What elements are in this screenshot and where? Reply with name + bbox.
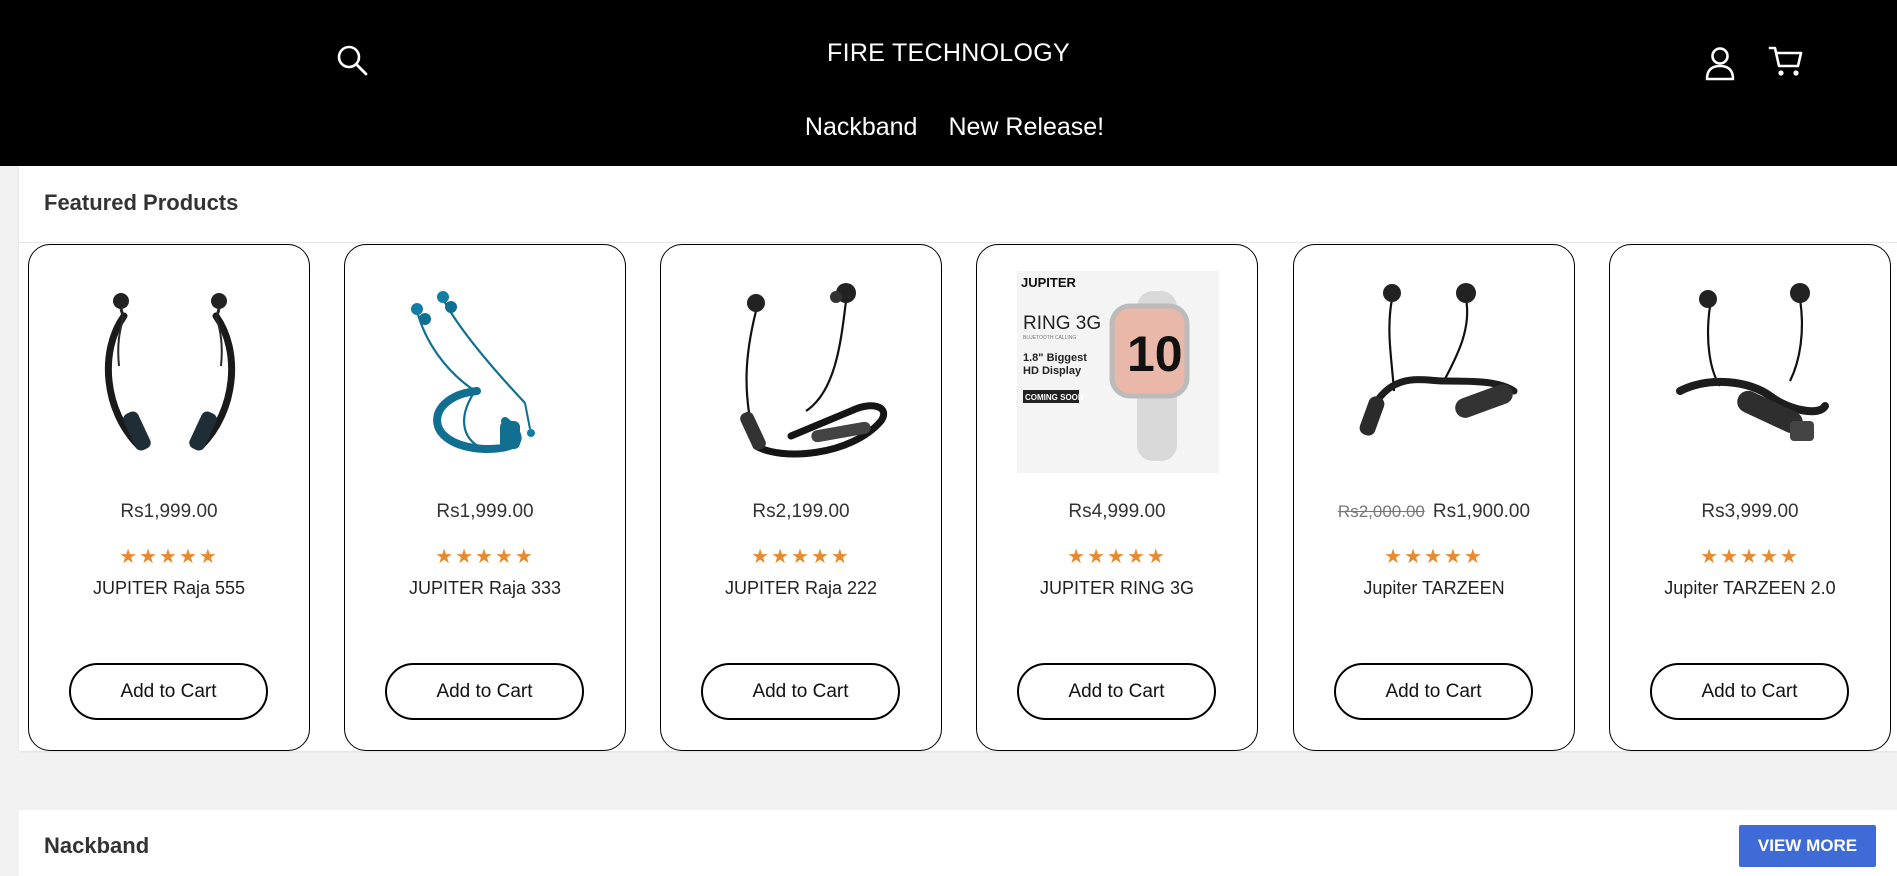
add-to-cart-button[interactable]: Add to Cart [69,663,268,720]
product-name[interactable]: Jupiter TARZEEN 2.0 [1610,578,1890,599]
nackband-section: Nackband VIEW MORE [19,810,1897,876]
site-header: FIRE TECHNOLOGY Nackband New Release! [0,0,1897,166]
product-image[interactable]: JUPITER RING 3G BLUETOOTH CALLING 1.8" B… [1017,271,1219,473]
product-card[interactable]: Rs3,999.00 ★★★★★ Jupiter TARZEEN 2.0 Add… [1609,244,1891,751]
divider [19,242,1897,243]
cart-icon[interactable] [1768,44,1804,78]
product-image[interactable] [1650,271,1852,473]
add-to-cart-button[interactable]: Add to Cart [385,663,584,720]
promo-line-2: HD Display [1023,365,1082,377]
star-rating: ★★★★★ [435,546,535,568]
price-row: Rs1,999.00 [345,501,625,523]
promo-line-1: 1.8" Biggest [1023,352,1087,364]
add-to-cart-button[interactable]: Add to Cart [1650,663,1849,720]
product-price: Rs1,999.00 [120,501,218,522]
star-rating: ★★★★★ [751,546,851,568]
section-title: Nackband [44,833,150,858]
watch-face: 10 [1127,326,1183,382]
star-rating: ★★★★★ [1384,546,1484,568]
product-price: Rs1,900.00 [1432,501,1531,522]
product-image[interactable] [1334,271,1536,473]
star-rating: ★★★★★ [1700,546,1800,568]
price-row: Rs4,999.00 [977,501,1257,523]
product-card[interactable]: Rs2,000.00 Rs1,900.00 ★★★★★ Jupiter TARZE… [1293,244,1575,751]
price-row: Rs3,999.00 [1610,501,1890,523]
product-image[interactable] [701,271,903,473]
product-price: Rs2,199.00 [752,501,850,522]
product-image[interactable] [385,271,587,473]
product-name[interactable]: Jupiter TARZEEN [1294,578,1574,599]
nav-item-new-release[interactable]: New Release! [948,113,1104,142]
promo-model: RING 3G [1023,313,1101,334]
user-icon[interactable] [1703,45,1737,81]
add-to-cart-button[interactable]: Add to Cart [1017,663,1216,720]
product-card[interactable]: Rs2,199.00 ★★★★★ JUPITER Raja 222 Add to… [660,244,942,751]
product-price: Rs1,999.00 [436,501,534,522]
product-name[interactable]: JUPITER Raja 222 [661,578,941,599]
product-price: Rs4,999.00 [1068,501,1166,522]
price-row: Rs2,199.00 [661,501,941,523]
price-row: Rs1,999.00 [29,501,309,523]
product-price: Rs3,999.00 [1701,501,1799,522]
nav-item-nackband[interactable]: Nackband [805,113,918,142]
product-image[interactable] [69,271,271,473]
promo-badge: COMING SOON [1025,393,1084,402]
promo-subtitle: BLUETOOTH CALLING [1023,335,1076,341]
view-more-button[interactable]: VIEW MORE [1739,825,1876,867]
product-name[interactable]: JUPITER Raja 555 [29,578,309,599]
price-row: Rs2,000.00 Rs1,900.00 [1294,501,1574,523]
product-card[interactable]: JUPITER RING 3G BLUETOOTH CALLING 1.8" B… [976,244,1258,751]
product-name[interactable]: JUPITER RING 3G [977,578,1257,599]
main-nav: Nackband New Release! [0,113,1897,142]
product-card[interactable]: Rs1,999.00 ★★★★★ JUPITER Raja 333 Add to… [344,244,626,751]
add-to-cart-button[interactable]: Add to Cart [1334,663,1533,720]
promo-logo: JUPITER [1021,275,1077,290]
add-to-cart-button[interactable]: Add to Cart [701,663,900,720]
product-card[interactable]: Rs1,999.00 ★★★★★ JUPITER Raja 555 Add to… [28,244,310,751]
section-title: Featured Products [44,190,239,215]
star-rating: ★★★★★ [119,546,219,568]
product-old-price: Rs2,000.00 [1337,502,1425,521]
brand-logo[interactable]: FIRE TECHNOLOGY [0,39,1897,68]
star-rating: ★★★★★ [1067,546,1167,568]
product-name[interactable]: JUPITER Raja 333 [345,578,625,599]
